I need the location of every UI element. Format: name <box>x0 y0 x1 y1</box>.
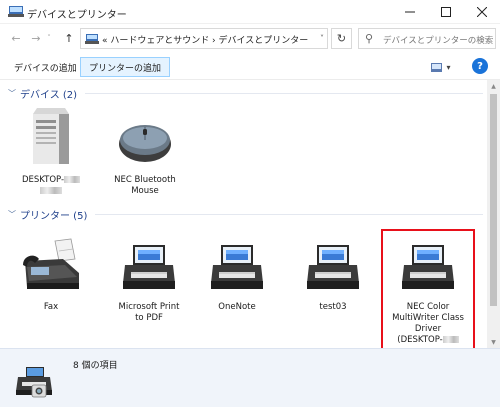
help-button[interactable]: ? <box>472 58 488 74</box>
device-label: NEC Bluetooth <box>114 175 176 185</box>
vertical-scrollbar[interactable]: ▲ ▼ <box>487 80 500 348</box>
search-placeholder: デバイスとプリンターの検索 <box>383 36 494 46</box>
recent-locations-button[interactable]: ˅ <box>44 30 54 46</box>
navigation-bar: ← → ˅ ↑ « ハードウェアとサウンド › デバイスとプリンター ˅ ↻ ⚲… <box>0 24 500 53</box>
printer-label: to PDF <box>135 313 163 323</box>
printer-label: test03 <box>319 302 347 312</box>
window-title: デバイスとプリンター <box>27 10 127 21</box>
printer-label: Fax <box>43 302 59 312</box>
devices-group-title: デバイス (2) <box>20 90 78 101</box>
printer-icon <box>119 237 179 297</box>
item-count: 8 個の項目 <box>73 361 118 371</box>
breadcrumb[interactable]: « ハードウェアとサウンド › デバイスとプリンター <box>102 33 308 46</box>
printer-icon <box>303 237 363 297</box>
maximize-icon <box>441 7 451 17</box>
printer-test03[interactable]: test03 <box>288 237 378 313</box>
change-view-button[interactable]: ▾ <box>426 59 456 75</box>
printer-label: Microsoft Print <box>118 302 180 312</box>
devices-printers-app-icon <box>8 6 24 17</box>
printer-onenote[interactable]: OneNote <box>192 237 282 313</box>
printer-microsoft-print-to-pdf[interactable]: Microsoft Print to PDF <box>104 237 194 324</box>
refresh-button[interactable]: ↻ <box>331 28 352 49</box>
printers-group-header[interactable]: ﹀ プリンター (5) <box>8 207 483 222</box>
view-icon <box>431 62 443 72</box>
devices-and-printers-icon <box>16 367 52 398</box>
title-bar: デバイスとプリンター <box>0 0 500 24</box>
help-icon: ? <box>477 60 483 72</box>
control-panel-icon <box>85 34 99 44</box>
arrow-left-icon: ← <box>11 31 21 45</box>
device-bluetooth-mouse[interactable]: NEC Bluetooth Mouse <box>100 104 190 197</box>
command-bar: デバイスの追加 プリンターの追加 ▾ ? <box>0 53 500 80</box>
device-label: Mouse <box>131 186 159 196</box>
refresh-icon: ↻ <box>336 32 347 45</box>
scroll-up-icon[interactable]: ▲ <box>487 80 500 92</box>
collapse-chevron-icon[interactable]: ﹀ <box>8 209 20 220</box>
fax-icon <box>23 238 79 289</box>
scrollbar-thumb[interactable] <box>490 94 497 306</box>
printers-group-title: プリンター (5) <box>20 211 88 222</box>
close-button[interactable] <box>464 0 500 24</box>
back-button[interactable]: ← <box>8 30 24 46</box>
add-printer-button[interactable]: プリンターの追加 <box>80 57 171 77</box>
add-device-button[interactable]: デバイスの追加 <box>6 57 85 77</box>
minimize-icon <box>405 11 415 13</box>
collapse-chevron-icon[interactable]: ﹀ <box>8 88 20 99</box>
printer-fax[interactable]: Fax <box>6 237 96 313</box>
arrow-up-icon: ↑ <box>64 31 74 45</box>
highlight-annotation <box>381 229 475 351</box>
search-icon: ⚲ <box>365 32 374 45</box>
chevron-down-icon: ˅ <box>47 34 51 42</box>
printer-label: OneNote <box>218 302 256 312</box>
group-divider <box>95 214 483 215</box>
devices-group-header[interactable]: ﹀ デバイス (2) <box>8 86 483 101</box>
computer-tower-icon <box>33 108 69 164</box>
printer-icon <box>207 237 267 297</box>
forward-button[interactable]: → <box>28 30 44 46</box>
arrow-right-icon: → <box>31 31 41 45</box>
mouse-icon <box>119 125 171 162</box>
device-desktop[interactable]: DESKTOP- <box>6 104 96 197</box>
search-box[interactable]: ⚲ デバイスとプリンターの検索 <box>358 28 496 49</box>
address-bar[interactable]: « ハードウェアとサウンド › デバイスとプリンター ˅ <box>80 28 328 49</box>
scroll-down-icon[interactable]: ▼ <box>487 336 500 348</box>
group-divider <box>85 93 483 94</box>
view-dropdown-icon: ▾ <box>446 62 451 72</box>
close-icon <box>477 7 487 17</box>
device-label: DESKTOP- <box>21 175 65 185</box>
status-bar: 8 個の項目 <box>0 348 500 407</box>
address-dropdown-icon[interactable]: ˅ <box>320 34 324 43</box>
maximize-button[interactable] <box>428 0 464 24</box>
minimize-button[interactable] <box>392 0 428 24</box>
up-button[interactable]: ↑ <box>61 30 77 46</box>
